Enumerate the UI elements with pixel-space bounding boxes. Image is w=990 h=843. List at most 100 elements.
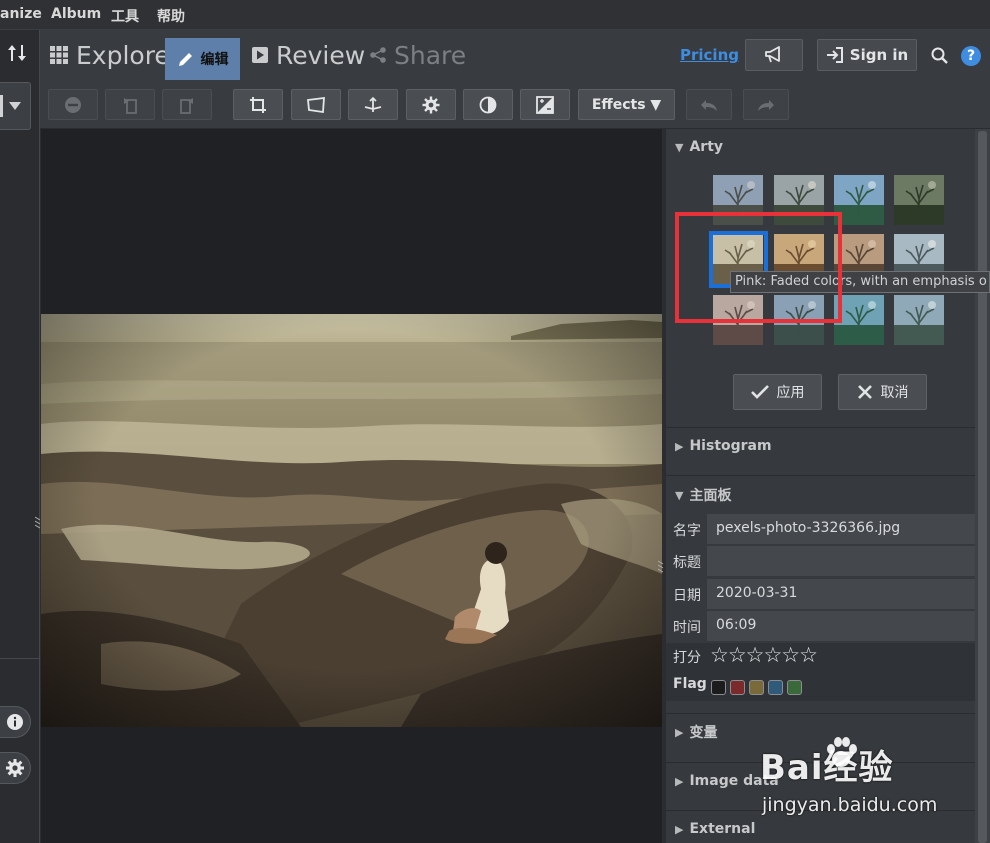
- sign-in-label: Sign in: [849, 46, 909, 64]
- straighten-icon: [364, 96, 382, 112]
- cancel-button[interactable]: 取消: [838, 374, 927, 410]
- straighten-button[interactable]: [348, 89, 398, 120]
- pricing-link[interactable]: Pricing: [680, 46, 739, 64]
- tab-explore[interactable]: Explore: [50, 30, 170, 80]
- info-button[interactable]: [0, 706, 31, 738]
- rotate-right-button[interactable]: [162, 89, 212, 120]
- flag-color-option[interactable]: [787, 680, 802, 695]
- rotate-left-button[interactable]: [105, 89, 155, 120]
- exposure-button[interactable]: [520, 89, 570, 120]
- photo-canvas[interactable]: [41, 314, 662, 727]
- flag-color-option[interactable]: [730, 680, 745, 695]
- rotate-left-icon: [124, 97, 137, 114]
- pencil-icon: [177, 50, 195, 68]
- field-row-name: 名字 pexels-photo-3326366.jpg: [666, 513, 976, 545]
- chevron-down-icon: [9, 102, 21, 110]
- undo-button[interactable]: [686, 89, 732, 120]
- help-icon[interactable]: ?: [961, 46, 981, 66]
- exposure-icon: [536, 95, 554, 114]
- remove-button[interactable]: [48, 89, 98, 120]
- collapse-dropdown-button[interactable]: [0, 82, 31, 130]
- section-arty-header[interactable]: ▼ Arty: [666, 138, 976, 156]
- triangle-down-icon: ▼: [675, 140, 684, 154]
- redo-button[interactable]: [743, 89, 789, 120]
- tab-share[interactable]: Share: [370, 30, 466, 80]
- effect-thumbnail[interactable]: [834, 295, 884, 345]
- section-variables-title: 变量: [689, 725, 718, 741]
- checkmark-icon: [750, 385, 769, 399]
- perspective-button[interactable]: [291, 89, 341, 120]
- top-nav: Explore 编辑 Review Share Pricing Sign in …: [40, 30, 990, 80]
- panel-scrollbar-thumb[interactable]: [978, 131, 987, 843]
- apply-label: 应用: [776, 385, 805, 401]
- section-histogram-header[interactable]: ▶ Histogram: [666, 436, 976, 456]
- title-field[interactable]: [707, 546, 975, 576]
- time-label: 时间: [673, 620, 701, 636]
- triangle-right-icon: ▶: [675, 725, 684, 739]
- crop-icon: [250, 96, 266, 113]
- gear-icon: [6, 759, 24, 777]
- tab-edit[interactable]: 编辑: [165, 38, 240, 80]
- rotate-right-icon: [180, 97, 193, 114]
- effect-thumbnail[interactable]: [894, 175, 944, 225]
- baidu-watermark: Bai经验 jingyan.baidu.com: [760, 737, 985, 830]
- section-histogram-title: Histogram: [689, 438, 772, 454]
- flag-color-option[interactable]: [768, 680, 783, 695]
- perspective-icon: [307, 96, 325, 113]
- menu-help[interactable]: 帮助: [157, 6, 185, 26]
- name-label: 名字: [673, 523, 701, 539]
- megaphone-icon: [765, 46, 780, 63]
- menu-bar: anize Album 工具 帮助: [0, 0, 990, 30]
- tab-explore-label: Explore: [76, 40, 170, 70]
- date-field[interactable]: 2020-03-31: [707, 579, 975, 609]
- resize-handle[interactable]: [34, 515, 41, 529]
- sort-arrows-icon[interactable]: [6, 42, 28, 68]
- contrast-button[interactable]: [463, 89, 513, 120]
- date-label: 日期: [673, 588, 701, 604]
- resize-handle[interactable]: [657, 559, 664, 573]
- menu-organize[interactable]: anize: [0, 6, 42, 22]
- settings-button[interactable]: [0, 752, 31, 784]
- tab-edit-label: 编辑: [200, 52, 229, 68]
- crop-button[interactable]: [233, 89, 283, 120]
- field-row-rating-flag: 打分 ☆☆☆☆☆☆ Flag: [666, 643, 976, 701]
- menu-album[interactable]: Album: [51, 6, 101, 22]
- field-row-title: 标题: [666, 545, 976, 577]
- time-field[interactable]: 06:09: [707, 611, 975, 641]
- triangle-right-icon: ▶: [675, 774, 684, 788]
- sign-in-icon: [826, 47, 843, 63]
- effect-thumbnail[interactable]: [834, 175, 884, 225]
- effect-thumbnail[interactable]: [713, 295, 763, 345]
- flag-color-option[interactable]: [711, 680, 726, 695]
- name-field[interactable]: pexels-photo-3326366.jpg: [707, 514, 975, 544]
- search-icon[interactable]: [931, 47, 949, 69]
- cancel-label: 取消: [880, 385, 909, 401]
- paw-icon: [827, 737, 857, 767]
- section-arty-title: Arty: [689, 139, 724, 155]
- watermark-url: jingyan.baidu.com: [762, 794, 938, 816]
- rating-stars[interactable]: ☆☆☆☆☆☆: [710, 643, 818, 667]
- effects-dropdown[interactable]: Effects ▼: [578, 89, 675, 120]
- triangle-down-icon: ▼: [675, 488, 684, 502]
- flag-picker: [666, 676, 976, 698]
- menu-tools[interactable]: 工具: [111, 6, 139, 26]
- effect-thumbnail[interactable]: [774, 175, 824, 225]
- apply-button[interactable]: 应用: [733, 374, 822, 410]
- sign-in-button[interactable]: Sign in: [817, 39, 917, 71]
- announcements-button[interactable]: [745, 39, 803, 71]
- effect-thumbnail[interactable]: [713, 175, 763, 225]
- tab-share-label: Share: [394, 40, 467, 70]
- effect-tooltip: Pink: Faded colors, with an emphasis o: [730, 271, 990, 293]
- effect-thumbnail[interactable]: [894, 295, 944, 345]
- effect-thumbnail[interactable]: [774, 295, 824, 345]
- flag-color-option[interactable]: [749, 680, 764, 695]
- section-variables-header[interactable]: ▶ 变量: [666, 722, 976, 742]
- edit-toolbar: Effects ▼: [40, 80, 990, 129]
- photo-viewer: [41, 129, 664, 843]
- title-label: 标题: [673, 555, 701, 571]
- play-icon: [252, 47, 268, 63]
- section-main-header[interactable]: ▼ 主面板: [666, 485, 976, 505]
- section-main-title: 主面板: [689, 488, 732, 504]
- adjust-button[interactable]: [406, 89, 456, 120]
- tab-review[interactable]: Review: [252, 30, 365, 80]
